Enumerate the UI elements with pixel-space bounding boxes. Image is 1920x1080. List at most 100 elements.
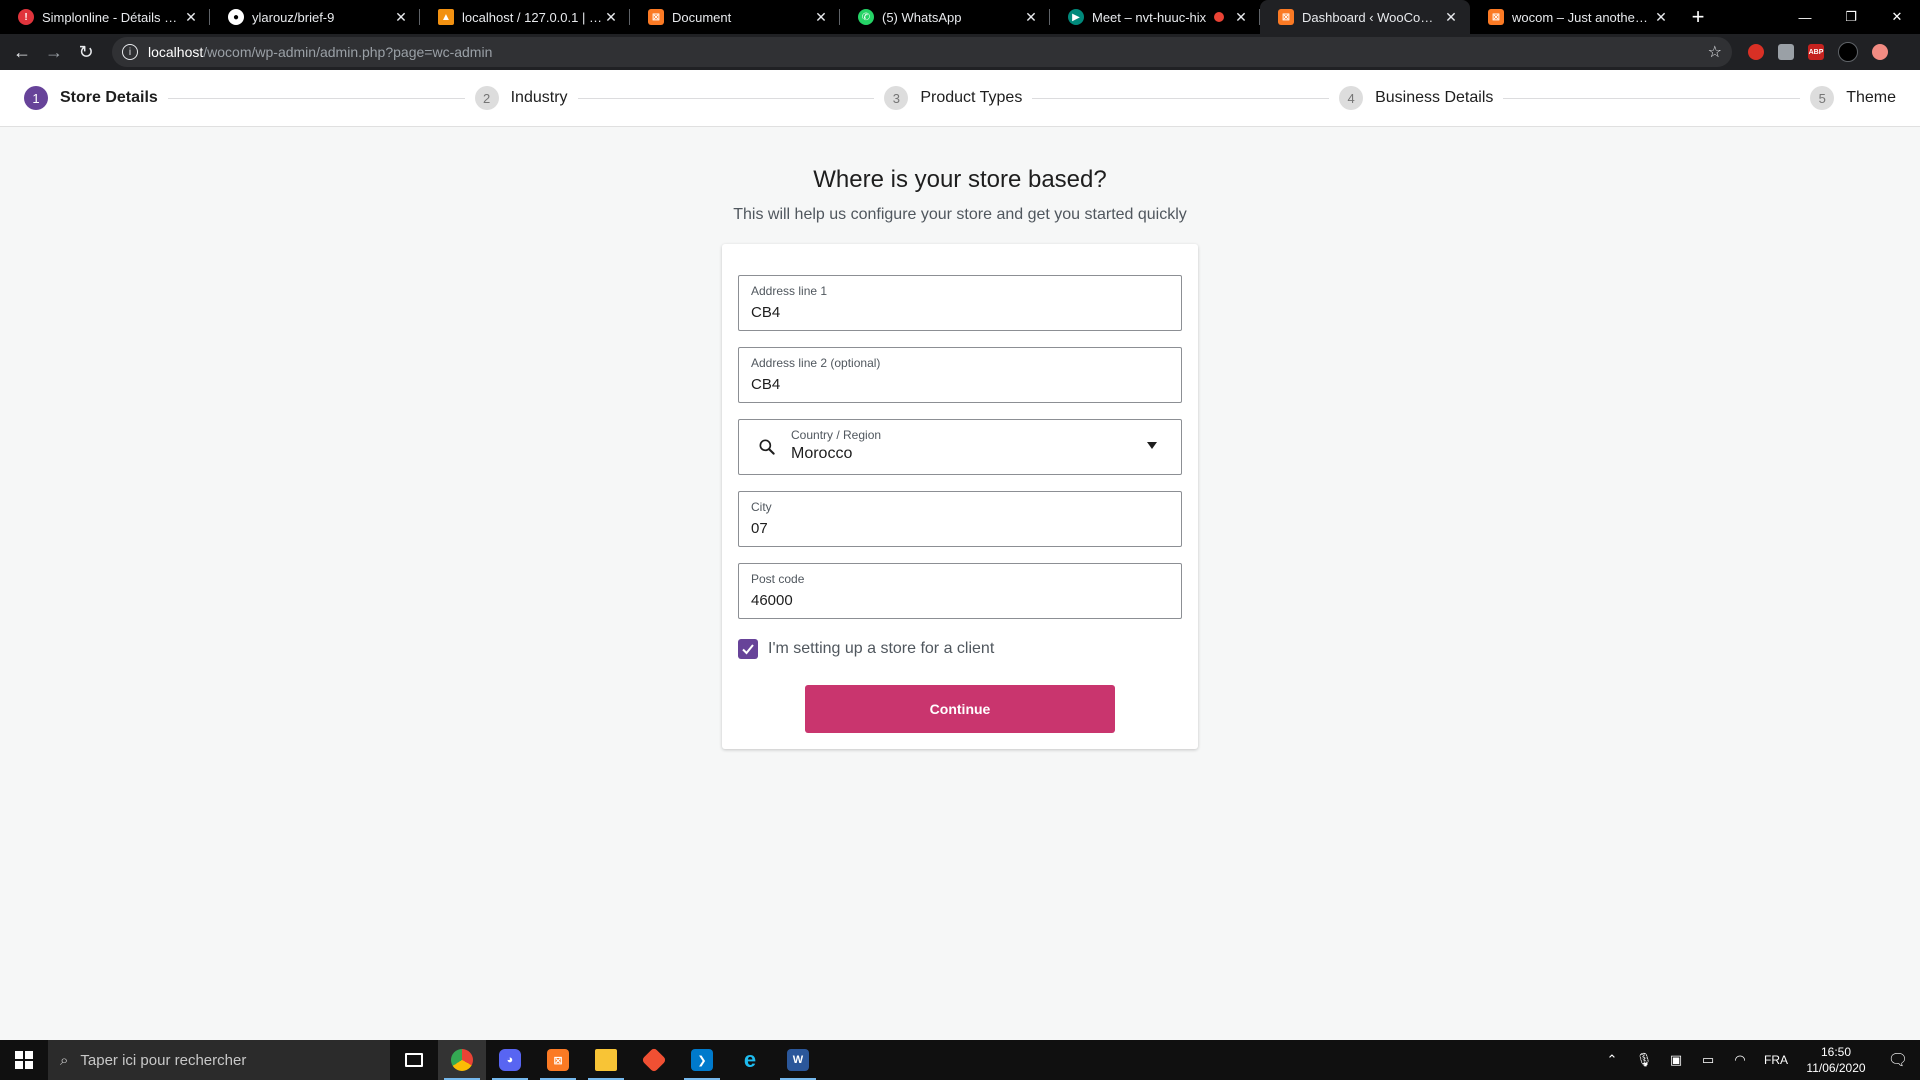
tab-simplonline[interactable]: ! Simplonline - Détails d'un b ✕ [0, 0, 210, 34]
bookmark-star-icon[interactable]: ☆ [1708, 42, 1722, 62]
restore-icon[interactable]: ❐ [1828, 0, 1874, 34]
word-taskbar-icon[interactable]: W [774, 1040, 822, 1080]
close-window-icon[interactable]: ✕ [1874, 0, 1920, 34]
address-line-2-input[interactable] [751, 376, 1169, 393]
tab-whatsapp[interactable]: ✆ (5) WhatsApp ✕ [840, 0, 1050, 34]
new-tab-button[interactable]: + [1680, 0, 1716, 34]
city-field[interactable]: City [738, 491, 1182, 547]
address-line-1-field[interactable]: Address line 1 [738, 275, 1182, 331]
folder-icon [595, 1049, 617, 1071]
edge-taskbar-icon[interactable]: e [726, 1040, 774, 1080]
adblock-icon[interactable]: ABP [1808, 44, 1824, 60]
extensions-area: ABP [1748, 42, 1888, 62]
info-icon[interactable]: i [122, 44, 138, 60]
step-connector [1032, 97, 1330, 99]
close-icon[interactable]: ✕ [812, 9, 830, 26]
tab-document[interactable]: ⊠ Document ✕ [630, 0, 840, 34]
search-icon [759, 439, 775, 455]
discord-taskbar-icon[interactable]: ◕ [486, 1040, 534, 1080]
reload-icon[interactable]: ↻ [70, 42, 102, 63]
close-icon[interactable]: ✕ [182, 9, 200, 26]
city-input[interactable] [751, 520, 1169, 537]
internet-explorer-icon: e [743, 1047, 757, 1072]
battery-icon[interactable]: ▭ [1692, 1052, 1724, 1068]
address-bar[interactable]: i localhost/wocom/wp-admin/admin.php?pag… [112, 37, 1732, 67]
post-code-input[interactable] [751, 592, 1169, 609]
step-industry[interactable]: 2 Industry [474, 86, 568, 110]
meet-icon: ▶ [1068, 9, 1084, 25]
forward-icon[interactable]: → [38, 42, 70, 63]
field-label: Post code [751, 572, 805, 586]
close-icon[interactable]: ✕ [392, 9, 410, 26]
tab-title: ylarouz/brief-9 [252, 9, 335, 25]
vscode-icon: ❯ [691, 1049, 713, 1071]
chevron-down-icon[interactable] [1147, 442, 1157, 449]
recording-icon [1214, 12, 1224, 22]
vscode-taskbar-icon[interactable]: ❯ [678, 1040, 726, 1080]
field-label: Address line 2 (optional) [751, 356, 881, 370]
microphone-icon[interactable]: 🎙 [1628, 1052, 1660, 1068]
xampp-icon: ⊠ [1488, 9, 1504, 25]
tab-meet[interactable]: ▶ Meet – nvt-huuc-hix ✕ [1050, 0, 1260, 34]
chevron-up-icon[interactable]: ⌃ [1596, 1052, 1628, 1068]
extension-printer-icon[interactable] [1778, 44, 1794, 60]
wifi-icon[interactable]: ◠ [1724, 1052, 1756, 1068]
page-subtitle: This will help us configure your store a… [733, 206, 1187, 223]
tab-dashboard-woocommerce[interactable]: ⊠ Dashboard ‹ WooCommerce ✕ [1260, 0, 1470, 34]
url-path: /wocom/wp-admin/admin.php?page=wc-admin [203, 44, 493, 60]
browser-toolbar: ← → ↻ i localhost/wocom/wp-admin/admin.p… [0, 34, 1920, 70]
step-number: 4 [1339, 86, 1364, 110]
windows-taskbar: ⌕ Taper ici pour rechercher ◕ ⊠ ❯ e W ⌃ … [0, 1040, 1920, 1080]
step-label: Store Details [60, 89, 158, 106]
tab-wocom[interactable]: ⊠ wocom – Just another Word ✕ [1470, 0, 1680, 34]
continue-button[interactable]: Continue [805, 685, 1115, 733]
step-theme[interactable]: 5 Theme [1810, 86, 1896, 110]
address-line-2-field[interactable]: Address line 2 (optional) [738, 347, 1182, 403]
close-icon[interactable]: ✕ [1652, 9, 1670, 26]
tab-phpmyadmin[interactable]: ▲ localhost / 127.0.0.1 | phpM ✕ [420, 0, 630, 34]
tab-github[interactable]: ● ylarouz/brief-9 ✕ [210, 0, 420, 34]
task-view-icon[interactable] [390, 1040, 438, 1080]
chrome-icon [451, 1049, 473, 1071]
step-business-details[interactable]: 4 Business Details [1339, 86, 1493, 110]
close-icon[interactable]: ✕ [1232, 9, 1250, 26]
screen-share-icon[interactable]: ▣ [1660, 1052, 1692, 1068]
close-icon[interactable]: ✕ [1442, 9, 1460, 26]
profile-avatar-icon[interactable] [1838, 42, 1858, 62]
windows-start-icon[interactable] [0, 1040, 48, 1080]
checkbox-label: I'm setting up a store for a client [768, 640, 995, 657]
github-icon: ● [228, 9, 244, 25]
step-product-types[interactable]: 3 Product Types [884, 86, 1022, 110]
step-connector [1503, 97, 1801, 99]
extension-pink-icon[interactable] [1872, 44, 1888, 60]
minimize-icon[interactable]: — [1782, 0, 1828, 34]
chrome-taskbar-icon[interactable] [438, 1040, 486, 1080]
client-store-checkbox[interactable] [738, 639, 758, 659]
file-explorer-taskbar-icon[interactable] [582, 1040, 630, 1080]
search-icon: ⌕ [60, 1051, 69, 1069]
close-icon[interactable]: ✕ [602, 9, 620, 26]
language-indicator[interactable]: FRA [1756, 1053, 1796, 1067]
extension-red-icon[interactable] [1748, 44, 1764, 60]
taskbar-search-box[interactable]: ⌕ Taper ici pour rechercher [48, 1040, 390, 1080]
system-clock[interactable]: 16:50 11/06/2020 [1796, 1044, 1876, 1076]
step-store-details[interactable]: 1 Store Details [24, 86, 158, 110]
step-number: 1 [24, 86, 48, 110]
step-number: 2 [474, 86, 499, 110]
client-store-checkbox-row[interactable]: I'm setting up a store for a client [738, 639, 994, 659]
step-connector [577, 97, 875, 99]
back-icon[interactable]: ← [6, 42, 38, 63]
country-region-select[interactable]: Country / Region Morocco [738, 419, 1182, 475]
windows-logo-icon [15, 1051, 33, 1069]
task-view-glyph [405, 1053, 423, 1067]
address-line-1-input[interactable] [751, 304, 1169, 321]
taskbar-search-placeholder: Taper ici pour rechercher [80, 1051, 247, 1069]
close-icon[interactable]: ✕ [1022, 9, 1040, 26]
xampp-icon: ⊠ [1278, 9, 1294, 25]
git-taskbar-icon[interactable] [630, 1040, 678, 1080]
setup-stepper: 1 Store Details 2 Industry 3 Product Typ… [0, 70, 1920, 127]
xampp-taskbar-icon[interactable]: ⊠ [534, 1040, 582, 1080]
field-label: Address line 1 [751, 284, 828, 298]
post-code-field[interactable]: Post code [738, 563, 1182, 619]
notification-icon[interactable]: 🗨 [1876, 1050, 1920, 1070]
